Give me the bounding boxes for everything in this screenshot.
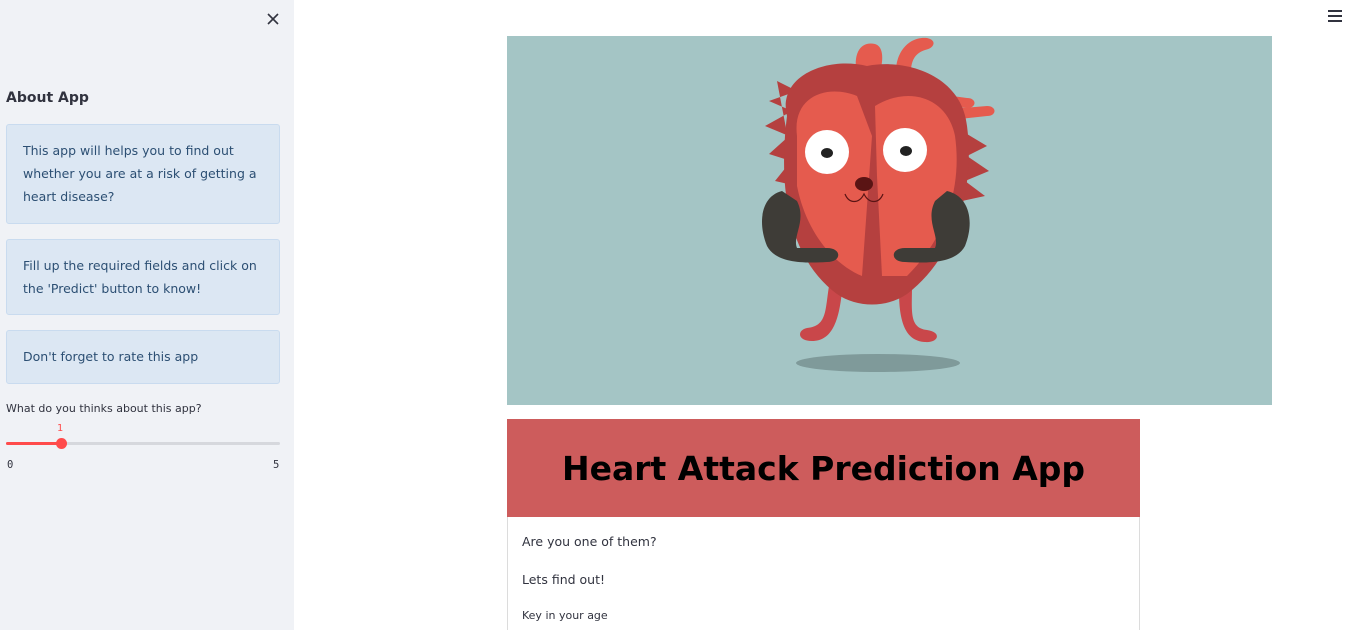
main-menu-button[interactable] — [1328, 10, 1344, 24]
form-intro-question: Are you one of them? — [522, 534, 657, 549]
close-sidebar-button[interactable] — [262, 8, 284, 30]
hamburger-menu-icon — [1328, 10, 1342, 12]
rating-slider-max: 5 — [273, 459, 280, 471]
form-intro-text: Lets find out! — [522, 572, 606, 587]
page-title: Heart Attack Prediction App — [561, 448, 1086, 488]
sidebar: About App This app will helps you to fin… — [0, 0, 294, 630]
info-box-rate-reminder: Don't forget to rate this app — [6, 330, 280, 384]
rating-slider-fill — [6, 442, 61, 445]
age-input-label: Key in your age — [522, 609, 608, 622]
title-banner: Heart Attack Prediction App — [507, 419, 1140, 517]
info-box-instructions: Fill up the required fields and click on… — [6, 239, 280, 315]
rating-slider-value: 1 — [57, 423, 64, 434]
rating-slider-track[interactable] — [6, 442, 280, 445]
rating-slider-label: What do you thinks about this app? — [6, 402, 202, 415]
prediction-form: Are you one of them? Lets find out! Key … — [507, 517, 1140, 630]
about-app-heading: About App — [6, 90, 89, 106]
cartoon-heart-illustration — [762, 37, 995, 372]
hero-image — [507, 36, 1272, 405]
rating-slider-min: 0 — [7, 459, 14, 471]
rating-slider-thumb[interactable] — [55, 438, 67, 449]
info-box-description: This app will helps you to find out whet… — [6, 124, 280, 224]
close-icon — [267, 13, 279, 25]
